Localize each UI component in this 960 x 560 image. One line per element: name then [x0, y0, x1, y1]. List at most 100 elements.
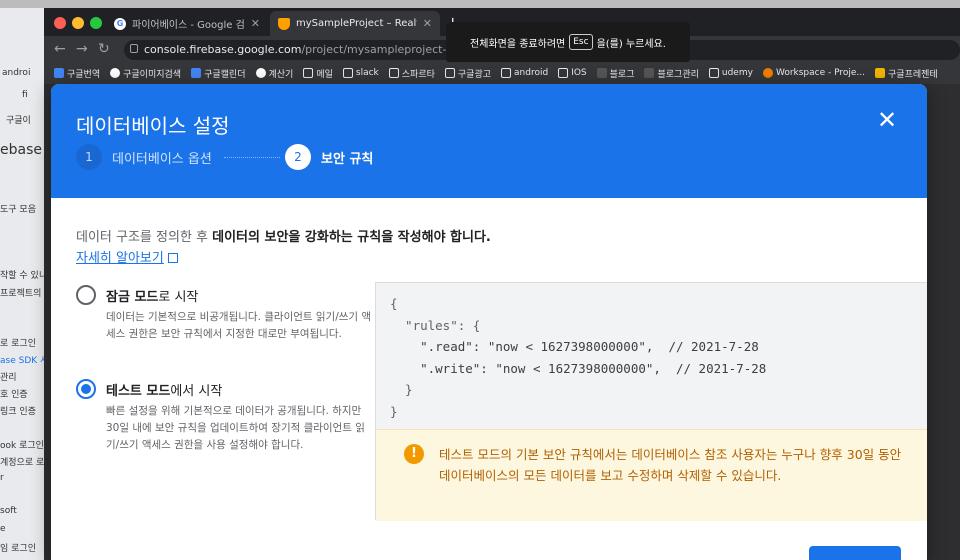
translate-icon: [54, 68, 64, 78]
bookmark-label: 구글캘린더: [204, 69, 246, 80]
reload-icon[interactable]: ↻: [98, 41, 110, 57]
bookmark-item[interactable]: 블로그관리: [644, 67, 699, 80]
learn-more-label: 자세히 알아보기: [76, 251, 164, 266]
left-page-text[interactable]: 임 로그인: [0, 541, 36, 554]
bookmark-item[interactable]: slack: [342, 68, 379, 78]
dialog-title: 데이터베이스 설정: [76, 114, 230, 138]
warning-icon: !: [404, 444, 424, 464]
rules-code: { "rules": { ".read": "now < 16273980000…: [390, 293, 766, 422]
bookmark-label: 구글프레젠테: [888, 69, 938, 80]
back-arrow-icon[interactable]: ←: [54, 41, 66, 57]
google-icon: [110, 68, 121, 78]
option-title: 잠금 모드로 시작: [106, 286, 198, 305]
bookmark-item[interactable]: 구글번역: [54, 67, 100, 80]
folder-icon: [444, 68, 455, 78]
maximize-window-button[interactable]: [90, 17, 102, 29]
google-icon: G: [114, 17, 126, 30]
close-window-button[interactable]: [54, 17, 66, 29]
left-page-text: 작할 수 있니: [0, 271, 48, 281]
step-label: 보안 규칙: [321, 151, 374, 167]
left-page-text[interactable]: 링크 인증: [0, 404, 36, 417]
bookmark-label: Workspace - Proje...: [775, 68, 866, 78]
bookmark-label: 블로그: [609, 69, 635, 80]
bookmark-label: 메일: [316, 69, 333, 80]
forward-arrow-icon[interactable]: →: [76, 41, 88, 57]
enable-button[interactable]: [809, 546, 901, 560]
left-page-text[interactable]: 로 로그인: [0, 336, 36, 349]
dialog-header: 데이터베이스 설정 ✕ 1 데이터베이스 옵션 2 보안 규칙: [51, 84, 927, 198]
slides-icon: [875, 68, 886, 78]
bookmark-item[interactable]: 구글광고: [444, 67, 492, 80]
tab-close-icon[interactable]: ✕: [251, 17, 260, 30]
stepper-step-2: 2 보안 규칙: [285, 144, 373, 170]
fullscreen-tooltip: 전체화면을 종료하려면 Esc 을(를) 누르세요.: [446, 22, 690, 62]
bookmark-item[interactable]: 블로그: [596, 67, 635, 80]
tooltip-text: 을(를) 누르세요.: [596, 38, 666, 50]
workspace-icon: [762, 68, 773, 78]
tab-google-search[interactable]: G 파이어베이스 - Google 검색 ✕: [106, 11, 268, 36]
open-in-new-icon: [167, 253, 178, 263]
bookmark-item[interactable]: 구글프레젠테: [875, 67, 938, 80]
bookmark-item[interactable]: 계산기: [255, 67, 293, 80]
left-page-text[interactable]: 호 인증: [0, 387, 28, 400]
folder-icon: [303, 68, 314, 78]
code-line: ".write": "now < 1627398000000", // 2021…: [390, 360, 767, 376]
option-title-rest: 로 시작: [158, 290, 199, 305]
bookmark-item[interactable]: 구글캘린더: [191, 67, 246, 80]
bookmark-item[interactable]: android: [501, 68, 548, 78]
option-title: 테스트 모드에서 시작: [106, 380, 222, 399]
close-icon[interactable]: ✕: [875, 108, 899, 132]
esc-key-badge: Esc: [569, 34, 593, 50]
left-page-text: ebase: [0, 142, 42, 158]
left-page-text[interactable]: 관리: [0, 370, 17, 383]
tistory-icon: [596, 68, 607, 78]
url-host: console.firebase.google.com: [144, 43, 302, 56]
warning-banner: ! 테스트 모드의 기본 보안 규칙에서는 데이터베이스 참조 사용자는 누구나…: [376, 429, 927, 521]
option-description: 데이터는 기본적으로 비공개됩니다. 클라이언트 읽기/쓰기 액세스 권한은 보…: [106, 311, 372, 340]
code-line: ".read": "now < 1627398000000", // 2021-…: [390, 339, 759, 354]
left-page-text: androi: [2, 68, 31, 78]
bookmark-item[interactable]: udemy: [708, 68, 753, 78]
left-page-text[interactable]: r: [0, 473, 4, 483]
calendar-icon: [191, 68, 202, 78]
tab-firebase[interactable]: mySampleProject – Realtime Da ✕: [270, 11, 440, 36]
bookmark-label: 블로그관리: [657, 69, 699, 80]
bookmark-label: 구글번역: [67, 69, 101, 80]
code-line: }: [390, 382, 413, 397]
bookmark-item[interactable]: Workspace - Proje...: [762, 68, 866, 78]
bookmark-label: udemy: [721, 68, 753, 78]
bookmark-item[interactable]: 구글이미지검색: [110, 67, 181, 80]
bookmark-label: 구글광고: [457, 69, 492, 80]
tab-title: mySampleProject – Realtime Da: [296, 18, 417, 29]
option-title-rest: 에서 시작: [170, 384, 223, 399]
left-page-text[interactable]: soft: [0, 506, 17, 516]
folder-icon: [708, 68, 719, 78]
learn-more-link[interactable]: 자세히 알아보기: [76, 247, 178, 266]
bookmark-label: android: [514, 68, 549, 78]
bookmark-label: IOS: [571, 68, 587, 78]
left-page-text[interactable]: 도구 모음: [0, 202, 36, 215]
intro-plain: 데이터 구조를 정의한 후: [76, 230, 213, 245]
rules-code-preview: { "rules": { ".read": "now < 16273980000…: [375, 282, 927, 521]
bookmark-item[interactable]: IOS: [558, 68, 587, 78]
test-mode-radio[interactable]: [76, 379, 96, 399]
tab-close-icon[interactable]: ✕: [423, 17, 432, 30]
left-page-text: 프로젝트의: [0, 289, 42, 299]
left-page-text[interactable]: 계정으로 로: [0, 455, 44, 468]
locked-mode-radio[interactable]: [76, 285, 96, 305]
folder-icon: [388, 68, 399, 78]
intro-bold: 데이터의 보안을 강화하는 규칙을 작성해야 합니다.: [212, 230, 491, 245]
bookmark-item[interactable]: 메일: [303, 67, 333, 80]
stepper-step-1: 1 데이터베이스 옵션: [76, 144, 212, 170]
step-number: 1: [76, 144, 102, 170]
minimize-window-button[interactable]: [72, 17, 84, 29]
left-page-text[interactable]: ook 로그인: [0, 438, 44, 451]
folder-icon: [558, 68, 569, 78]
left-page-text[interactable]: e: [0, 524, 6, 534]
database-setup-dialog: 데이터베이스 설정 ✕ 1 데이터베이스 옵션 2 보안 규칙 데이터 구조를 …: [51, 84, 927, 560]
bookmark-label: 구글이미지검색: [123, 69, 182, 80]
lock-icon[interactable]: [130, 44, 138, 53]
bookmark-item[interactable]: 스파르타: [388, 67, 435, 80]
left-page-text: 구글이: [6, 116, 31, 126]
bookmarks-bar: 구글번역 구글이미지검색 구글캘린더 계산기 메일 slack 스파르타 구글광…: [44, 62, 960, 84]
